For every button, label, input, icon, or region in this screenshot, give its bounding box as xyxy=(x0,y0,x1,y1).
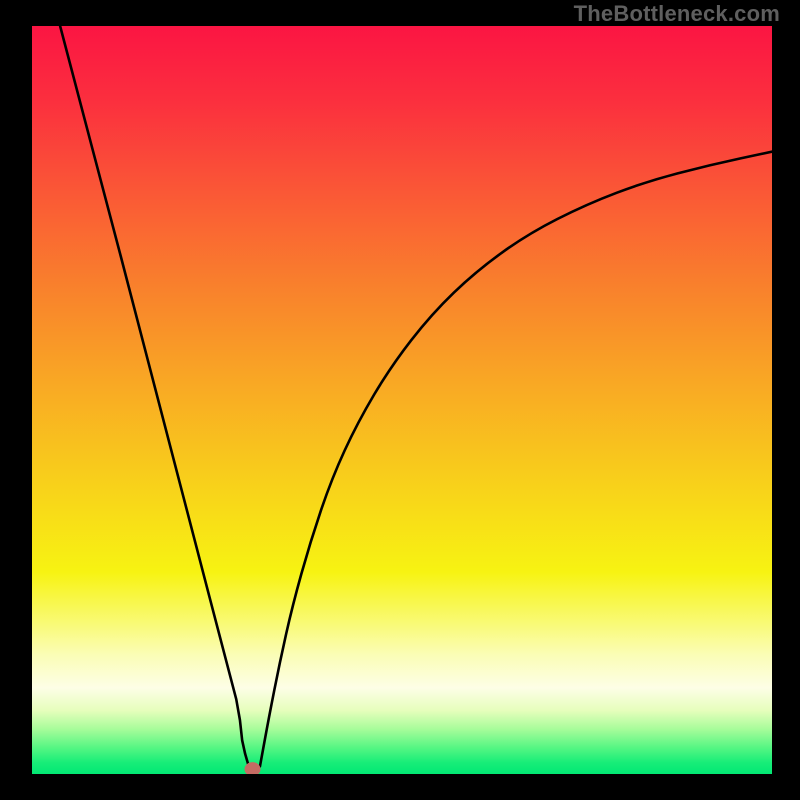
watermark-text: TheBottleneck.com xyxy=(574,1,780,27)
app-frame: TheBottleneck.com xyxy=(0,0,800,800)
min-marker xyxy=(32,26,772,774)
plot-area xyxy=(32,26,772,774)
